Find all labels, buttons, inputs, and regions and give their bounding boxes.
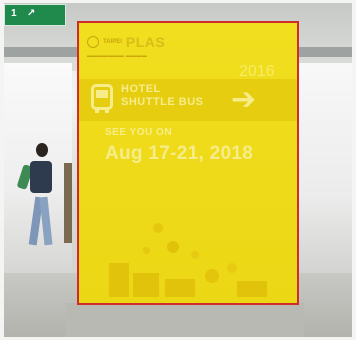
walking-person [16,143,66,263]
pillar-base [66,303,304,337]
poster-graphic [107,203,277,303]
logo-brand: PLAS [125,34,166,50]
exit-arrow-icon: ↗ [27,8,36,19]
shuttle-line-2: SHUTTLE BUS [121,96,204,108]
arrow-right-icon: ➔ [231,83,257,116]
shuttle-line-1: HOTEL [121,83,161,95]
graphic-block [237,281,267,297]
graphic-dot [167,241,179,253]
person-backpack [30,161,52,193]
see-you-label: SEE YOU ON [105,127,173,138]
poster-year: 2016 [239,63,275,80]
graphic-block [133,273,159,297]
person-leg [39,196,53,246]
shuttle-label: HOTEL SHUTTLE BUS [121,83,204,109]
event-dates: Aug 17-21, 2018 [105,143,254,164]
exit-sign-number: 1 [11,8,17,19]
graphic-dot [205,269,219,283]
graphic-dot [227,263,237,273]
exit-sign: 1 ↗ [4,4,66,26]
graphic-block [165,279,195,297]
graphic-dot [153,223,163,233]
logo-icon [87,36,99,48]
window-right [296,63,352,283]
poster: TAIPEI PLAS ▬▬▬▬▬▬▬ ▬▬▬▬ 2016 HOTEL SHUT… [77,21,299,305]
poster-logo: TAIPEI PLAS [87,34,165,50]
bus-icon [91,84,113,113]
graphic-dot [143,247,150,254]
partial-person [64,163,72,243]
logo-prefix: TAIPEI [103,39,122,45]
person-head [36,143,48,157]
graphic-block [109,263,129,297]
graphic-dot [191,251,199,259]
logo-subtitle: ▬▬▬▬▬▬▬ ▬▬▬▬ [87,53,147,59]
